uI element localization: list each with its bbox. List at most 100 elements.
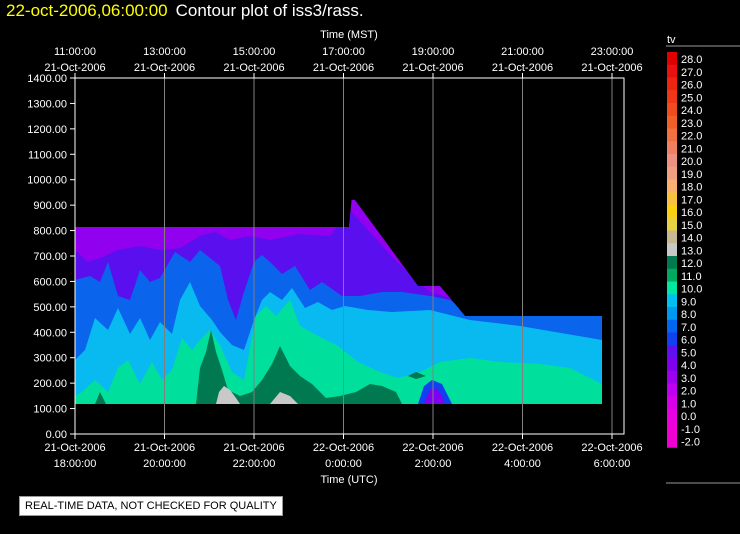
colorbar-level-label: 9.0 [681, 296, 696, 308]
colorbar-swatch [667, 434, 677, 448]
x-tick-label-date: 22-Oct-2006 [313, 442, 374, 454]
bottom-axis: 21-Oct-2006 18:00:00 21-Oct-2006 20:00:00 21… [44, 434, 643, 470]
x-tick-label-time: 4:00:00 [504, 458, 541, 470]
colorbar-level-label: 4.0 [681, 360, 696, 372]
colorbar-swatch [667, 103, 677, 117]
colorbar-level-label: 15.0 [681, 220, 702, 232]
colorbar-swatch [667, 192, 677, 206]
colorbar-swatch [667, 230, 677, 244]
y-tick-label: 100.00 [33, 404, 67, 416]
colorbar-swatch [667, 409, 677, 423]
colorbar-level-label: 2.0 [681, 386, 696, 398]
x-tick-label-date: 22-Oct-2006 [581, 442, 642, 454]
y-tick-label: 1100.00 [28, 149, 67, 161]
top-tick-label-date: 21-Oct-2006 [134, 62, 195, 74]
top-axis: 11:00:00 21-Oct-2006 13:00:00 21-Oct-2006 15… [44, 46, 643, 78]
colorbar-level-label: 18.0 [681, 182, 702, 194]
y-tick-label: 1400.00 [27, 73, 67, 85]
colorbar-swatch [667, 90, 677, 104]
bottom-axis-label: Time (UTC) [320, 474, 377, 486]
x-tick-label-time: 6:00:00 [594, 458, 631, 470]
colorbar-level-label: 11.0 [681, 271, 702, 283]
colorbar-level-label: 28.0 [681, 54, 702, 66]
x-tick-label-date: 21-Oct-2006 [134, 442, 195, 454]
colorbar-level-label: -2.0 [681, 437, 700, 449]
x-tick-label-time: 18:00:00 [54, 458, 97, 470]
colorbar-swatch [667, 256, 677, 270]
top-tick-label-time: 21:00:00 [501, 46, 544, 58]
y-tick-label: 900.00 [33, 200, 67, 212]
top-tick-label-date: 21-Oct-2006 [492, 62, 553, 74]
colorbar-level-label: 22.0 [681, 131, 702, 143]
colorbar-swatch [667, 115, 677, 129]
colorbar-level-label: 26.0 [681, 80, 702, 92]
quality-notice: REAL-TIME DATA, NOT CHECKED FOR QUALITY [19, 496, 283, 516]
x-tick-label-date: 22-Oct-2006 [492, 442, 553, 454]
y-tick-label: 400.00 [33, 327, 67, 339]
colorbar-swatch [667, 77, 677, 91]
colorbar-level-label: 19.0 [681, 169, 702, 181]
colorbar-level-label: 27.0 [681, 67, 702, 79]
colorbar-level-label: 23.0 [681, 118, 702, 130]
y-tick-label: 200.00 [33, 378, 67, 390]
colorbar-swatch [667, 281, 677, 295]
y-tick-label: 300.00 [33, 353, 67, 365]
x-tick-label-date: 22-Oct-2006 [402, 442, 463, 454]
colorbar-swatch [667, 179, 677, 193]
top-tick-label-date: 21-Oct-2006 [44, 62, 105, 74]
colorbar: 28.027.026.025.024.023.022.021.020.019.0… [667, 52, 702, 449]
colorbar-swatch [667, 421, 677, 435]
colorbar-swatch [667, 370, 677, 384]
colorbar-level-label: 3.0 [681, 373, 696, 385]
contour-field [75, 200, 602, 404]
colorbar-swatch [667, 358, 677, 372]
colorbar-level-label: -1.0 [681, 424, 700, 436]
colorbar-level-label: 12.0 [681, 258, 702, 270]
colorbar-swatch [667, 319, 677, 333]
colorbar-swatch [667, 64, 677, 78]
x-tick-label-date: 21-Oct-2006 [223, 442, 284, 454]
y-tick-label: 800.00 [33, 226, 67, 238]
colorbar-swatch [667, 268, 677, 282]
colorbar-level-label: 8.0 [681, 309, 696, 321]
colorbar-swatch [667, 307, 677, 321]
colorbar-level-label: 17.0 [681, 194, 702, 206]
contour-chart: 0.00 100.00 200.00 300.00 400.00 500.00 600.00… [27, 29, 740, 486]
colorbar-swatch [667, 383, 677, 397]
colorbar-level-label: 5.0 [681, 347, 696, 359]
colorbar-swatch [667, 52, 677, 66]
top-tick-label-time: 11:00:00 [54, 46, 96, 58]
colorbar-swatch [667, 154, 677, 168]
y-tick-label: 600.00 [33, 276, 67, 288]
colorbar-level-label: 0.0 [681, 411, 696, 423]
colorbar-swatch [667, 332, 677, 346]
colorbar-swatch [667, 294, 677, 308]
colorbar-swatch [667, 166, 677, 180]
colorbar-level-label: 1.0 [681, 398, 696, 410]
top-tick-label-time: 19:00:00 [412, 46, 455, 58]
top-tick-label-date: 21-Oct-2006 [581, 62, 642, 74]
top-tick-label-date: 21-Oct-2006 [402, 62, 463, 74]
colorbar-level-label: 16.0 [681, 207, 702, 219]
colorbar-swatch [667, 205, 677, 219]
colorbar-label: tv [667, 34, 676, 46]
colorbar-level-label: 6.0 [681, 335, 696, 347]
colorbar-level-label: 25.0 [681, 92, 702, 104]
x-tick-label-date: 21-Oct-2006 [44, 442, 105, 454]
top-tick-label-date: 21-Oct-2006 [313, 62, 374, 74]
y-tick-label: 1300.00 [27, 98, 67, 110]
y-tick-label: 1200.00 [27, 124, 67, 136]
colorbar-swatch [667, 141, 677, 155]
colorbar-swatch [667, 396, 677, 410]
top-tick-label-time: 23:00:00 [591, 46, 634, 58]
top-axis-label: Time (MST) [320, 29, 378, 41]
x-tick-label-time: 22:00:00 [233, 458, 276, 470]
colorbar-level-label: 20.0 [681, 156, 702, 168]
y-tick-label: 500.00 [33, 302, 67, 314]
colorbar-level-label: 7.0 [681, 322, 696, 334]
x-tick-label-time: 20:00:00 [143, 458, 186, 470]
colorbar-level-label: 24.0 [681, 105, 702, 117]
colorbar-level-label: 14.0 [681, 233, 702, 245]
y-tick-label: 700.00 [33, 251, 67, 263]
top-tick-label-time: 15:00:00 [233, 46, 276, 58]
